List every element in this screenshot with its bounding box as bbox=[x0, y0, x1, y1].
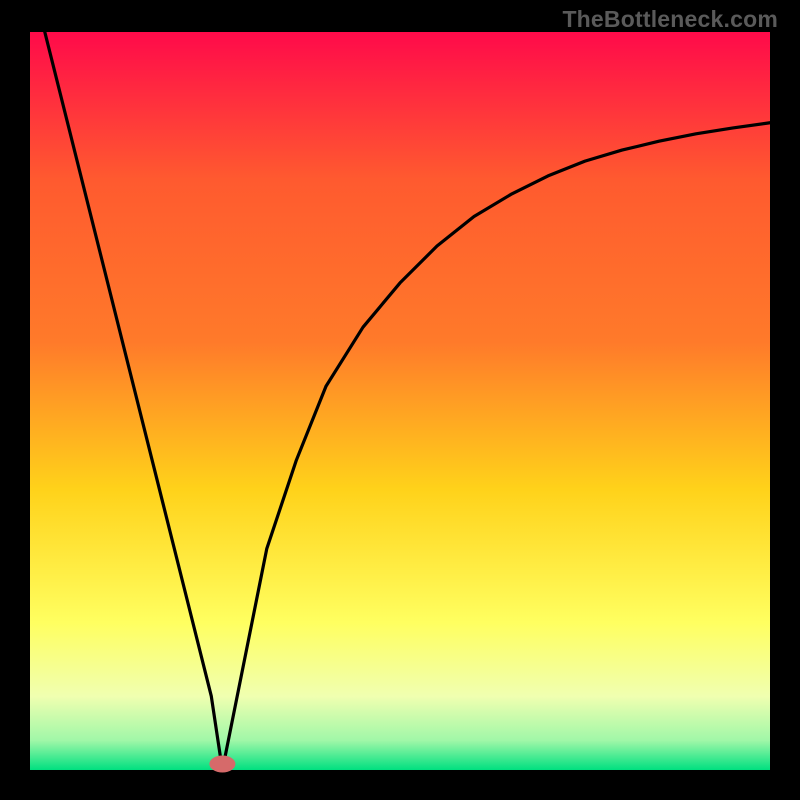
chart-canvas bbox=[0, 0, 800, 800]
watermark-text: TheBottleneck.com bbox=[562, 6, 778, 33]
minimum-marker bbox=[209, 756, 235, 773]
chart-frame: TheBottleneck.com bbox=[0, 0, 800, 800]
